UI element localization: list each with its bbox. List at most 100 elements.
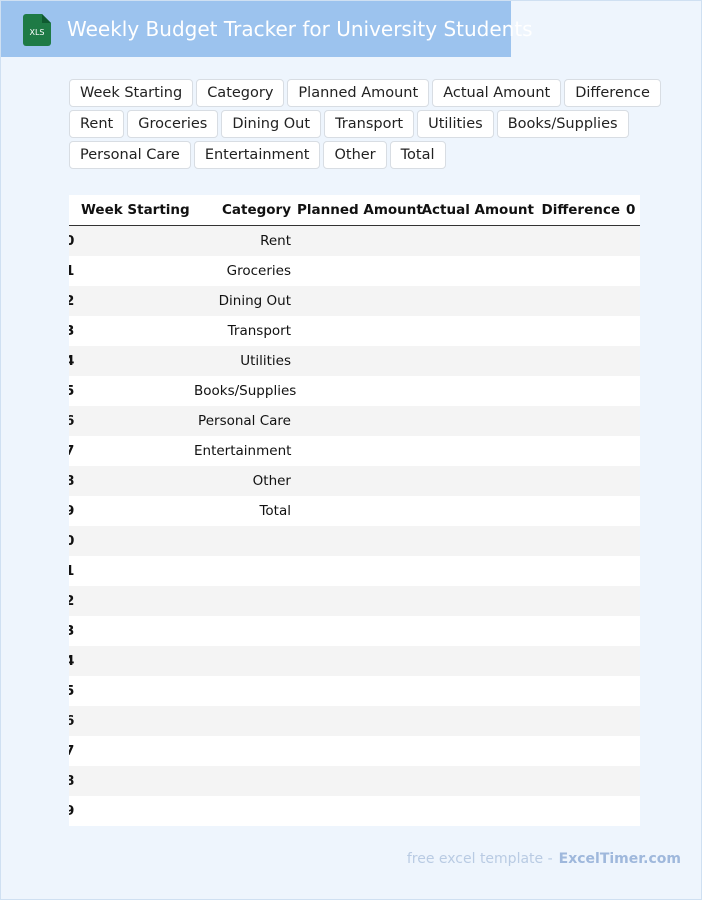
table-cell[interactable] — [297, 256, 421, 286]
table-cell[interactable]: Dining Out — [194, 286, 297, 316]
table-cell[interactable] — [540, 316, 626, 346]
table-cell[interactable]: Entertainment — [194, 436, 297, 466]
table-cell[interactable] — [81, 526, 194, 556]
column-chip[interactable]: Dining Out — [221, 110, 322, 138]
table-cell[interactable]: Personal Care — [194, 406, 297, 436]
table-cell[interactable] — [626, 616, 640, 646]
table-cell[interactable] — [297, 706, 421, 736]
table-cell[interactable] — [540, 766, 626, 796]
table-cell[interactable] — [81, 466, 194, 496]
table-cell[interactable] — [297, 796, 421, 826]
table-cell[interactable] — [626, 466, 640, 496]
table-cell[interactable] — [297, 466, 421, 496]
table-cell[interactable] — [540, 496, 626, 526]
table-cell[interactable] — [81, 346, 194, 376]
table-cell[interactable] — [421, 466, 540, 496]
table-cell[interactable] — [194, 766, 297, 796]
table-cell[interactable] — [194, 676, 297, 706]
table-cell[interactable] — [540, 346, 626, 376]
table-cell[interactable] — [297, 225, 421, 256]
table-cell[interactable] — [194, 796, 297, 826]
table-cell[interactable] — [81, 436, 194, 466]
table-cell[interactable] — [297, 556, 421, 586]
table-cell[interactable] — [626, 706, 640, 736]
table-cell[interactable]: Groceries — [194, 256, 297, 286]
column-chip[interactable]: Personal Care — [69, 141, 191, 169]
table-cell[interactable] — [297, 646, 421, 676]
table-cell[interactable] — [421, 316, 540, 346]
table-cell[interactable] — [540, 586, 626, 616]
table-cell[interactable] — [421, 436, 540, 466]
table-cell[interactable] — [421, 556, 540, 586]
table-cell[interactable] — [194, 736, 297, 766]
column-chip[interactable]: Transport — [324, 110, 415, 138]
table-cell[interactable] — [297, 616, 421, 646]
table-cell[interactable] — [626, 376, 640, 406]
table-cell[interactable] — [421, 286, 540, 316]
table-cell[interactable] — [540, 376, 626, 406]
table-cell[interactable] — [421, 346, 540, 376]
table-cell[interactable] — [81, 706, 194, 736]
table-cell[interactable] — [81, 256, 194, 286]
table-cell[interactable] — [540, 466, 626, 496]
column-chip[interactable]: Total — [389, 141, 446, 169]
table-cell[interactable] — [297, 316, 421, 346]
table-cell[interactable] — [626, 256, 640, 286]
table-cell[interactable] — [81, 676, 194, 706]
column-chip[interactable]: Entertainment — [193, 141, 321, 169]
table-cell[interactable] — [540, 406, 626, 436]
table-cell[interactable] — [194, 706, 297, 736]
table-cell[interactable] — [421, 225, 540, 256]
table-cell[interactable] — [297, 766, 421, 796]
table-cell[interactable] — [81, 766, 194, 796]
table-cell[interactable] — [81, 646, 194, 676]
table-cell[interactable] — [421, 496, 540, 526]
table-cell[interactable]: Total — [194, 496, 297, 526]
table-cell[interactable] — [540, 436, 626, 466]
table-cell[interactable]: Transport — [194, 316, 297, 346]
table-cell[interactable] — [297, 736, 421, 766]
table-cell[interactable] — [297, 376, 421, 406]
table-cell[interactable] — [540, 736, 626, 766]
column-chip[interactable]: Other — [323, 141, 387, 169]
table-cell[interactable] — [626, 436, 640, 466]
column-chip[interactable]: Difference — [564, 79, 661, 107]
table-cell[interactable] — [540, 556, 626, 586]
table-cell[interactable] — [626, 526, 640, 556]
table-cell[interactable] — [297, 406, 421, 436]
table-cell[interactable] — [81, 286, 194, 316]
table-cell[interactable] — [297, 676, 421, 706]
table-cell[interactable] — [421, 736, 540, 766]
table-cell[interactable] — [421, 616, 540, 646]
table-cell[interactable] — [421, 526, 540, 556]
table-cell[interactable] — [81, 316, 194, 346]
table-cell[interactable] — [540, 706, 626, 736]
table-cell[interactable] — [626, 736, 640, 766]
table-cell[interactable] — [626, 225, 640, 256]
table-cell[interactable] — [81, 406, 194, 436]
table-cell[interactable] — [194, 526, 297, 556]
table-cell[interactable] — [421, 766, 540, 796]
table-cell[interactable] — [81, 225, 194, 256]
table-cell[interactable] — [626, 676, 640, 706]
table-cell[interactable] — [626, 286, 640, 316]
table-cell[interactable] — [194, 556, 297, 586]
table-cell[interactable]: Utilities — [194, 346, 297, 376]
table-cell[interactable] — [297, 586, 421, 616]
table-cell[interactable] — [540, 526, 626, 556]
table-cell[interactable] — [81, 736, 194, 766]
table-cell[interactable] — [421, 376, 540, 406]
column-chip[interactable]: Category — [196, 79, 285, 107]
table-cell[interactable] — [626, 796, 640, 826]
table-cell[interactable] — [540, 796, 626, 826]
table-cell[interactable] — [81, 376, 194, 406]
table-cell[interactable] — [540, 646, 626, 676]
table-cell[interactable] — [81, 616, 194, 646]
table-cell[interactable] — [81, 496, 194, 526]
table-cell[interactable] — [421, 256, 540, 286]
table-cell[interactable] — [297, 436, 421, 466]
table-cell[interactable] — [626, 406, 640, 436]
column-chip[interactable]: Groceries — [127, 110, 219, 138]
table-cell[interactable] — [421, 586, 540, 616]
table-cell[interactable] — [421, 646, 540, 676]
